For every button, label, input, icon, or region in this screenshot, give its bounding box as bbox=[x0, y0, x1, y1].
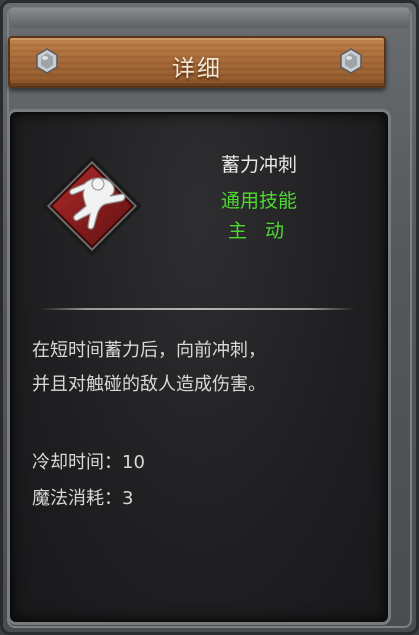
page-title: 详细 bbox=[172, 56, 222, 82]
cooldown-stat: 冷却时间：10 bbox=[32, 452, 145, 473]
skill-type: 通用技能 bbox=[220, 190, 297, 212]
divider bbox=[40, 308, 356, 310]
title-plank: 详细 bbox=[8, 36, 386, 88]
skill-description-line-1: 在短时间蓄力后，向前冲刺， bbox=[32, 340, 266, 361]
skill-mode: 主 动 bbox=[227, 220, 291, 242]
skill-detail-panel: 蓄力冲刺 通用技能 主 动 在短时间蓄力后，向前冲刺， 并且对触碰的敌人造成伤害… bbox=[10, 112, 388, 622]
mana-cost-stat: 魔法消耗：3 bbox=[32, 488, 134, 509]
bolt-right-icon bbox=[340, 48, 362, 74]
frame-top-strip bbox=[10, 8, 409, 28]
skill-name: 蓄力冲刺 bbox=[220, 154, 297, 176]
skill-description-line-2: 并且对触碰的敌人造成伤害。 bbox=[32, 374, 266, 395]
dash-runner-icon bbox=[42, 156, 142, 256]
